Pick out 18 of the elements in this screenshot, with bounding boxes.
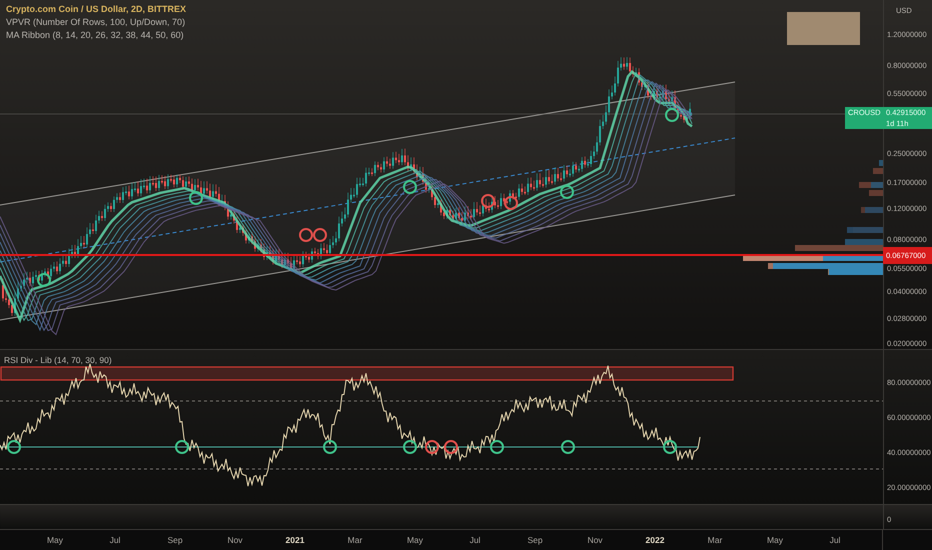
indicator-label: MA Ribbon (8, 14, 20, 26, 32, 38, 44, 50, 60) <box>6 30 185 40</box>
time-label: May <box>406 535 424 545</box>
time-label: May <box>46 535 64 545</box>
chart-title: Crypto.com Coin / US Dollar, 2D, BITTREX <box>6 4 186 14</box>
time-label: Mar <box>708 535 722 545</box>
time-label: 2021 <box>286 535 304 545</box>
time-label: Mar <box>348 535 362 545</box>
indicator-label: RSI Div - Lib (14, 70, 30, 90) <box>4 355 112 365</box>
time-label: May <box>766 535 784 545</box>
time-label: Nov <box>587 535 603 545</box>
time-label: Jul <box>470 535 480 545</box>
time-label: Sep <box>167 535 183 545</box>
time-label: Jul <box>110 535 120 545</box>
time-label: Jul <box>830 535 840 545</box>
indicator-label: VPVR (Number Of Rows, 100, Up/Down, 70) <box>6 17 186 27</box>
time-label: 2022 <box>646 535 664 545</box>
time-label: Sep <box>527 535 543 545</box>
time-label: Nov <box>227 535 243 545</box>
